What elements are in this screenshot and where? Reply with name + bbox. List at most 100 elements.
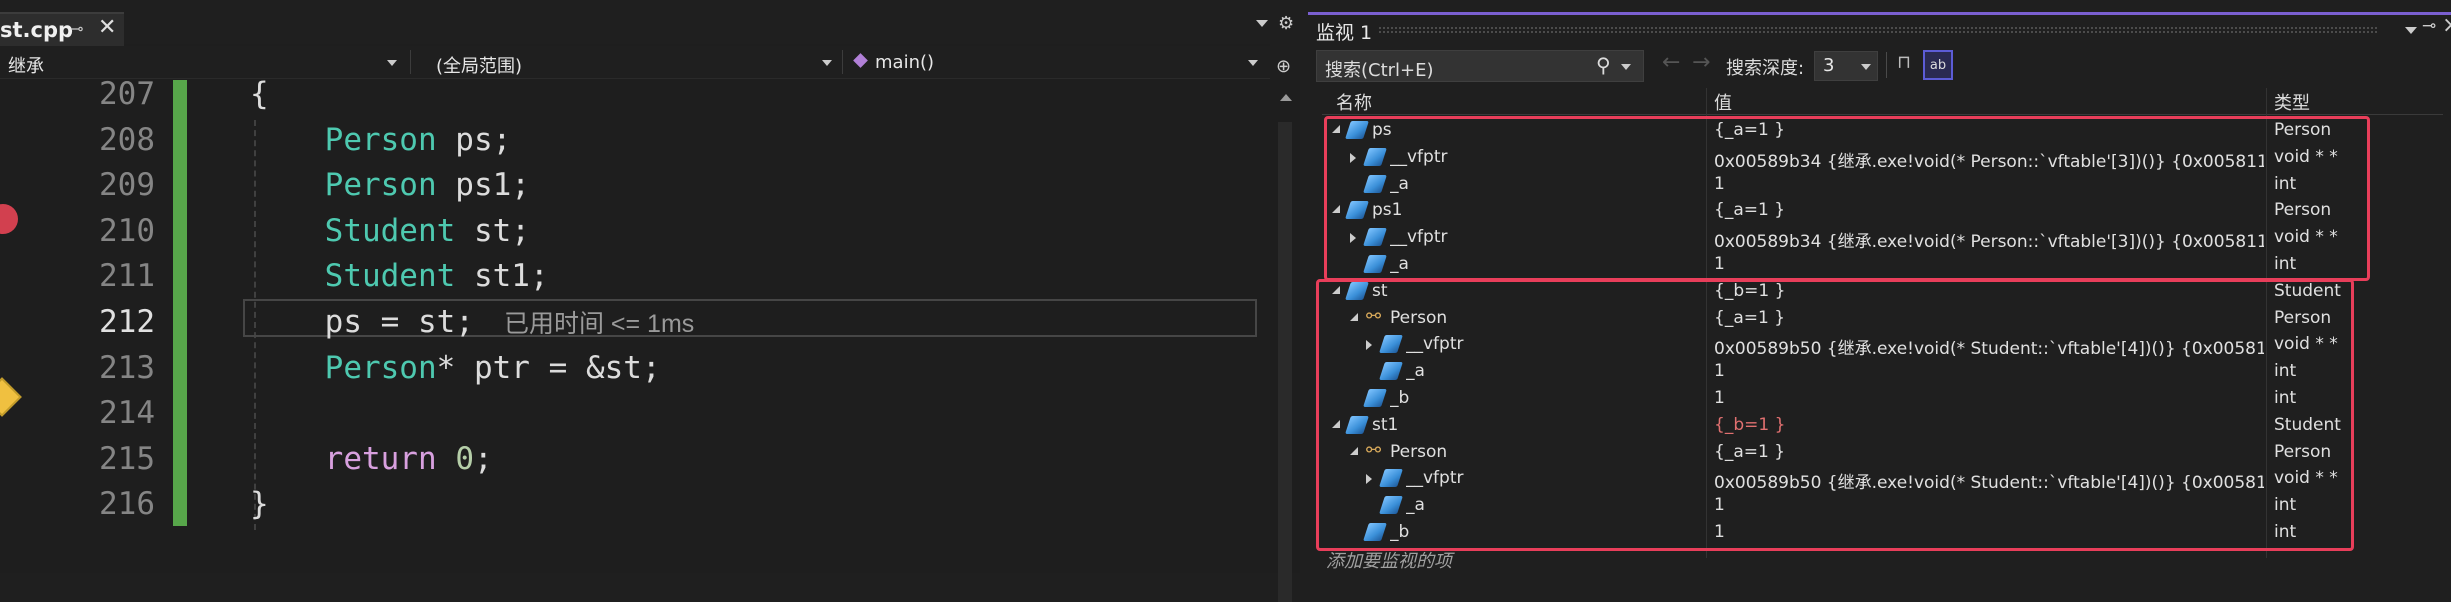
code-line[interactable]: Person* ptr = &st;: [250, 350, 661, 386]
code-token: 0: [455, 440, 474, 477]
line-number: 208: [99, 121, 155, 158]
line-number-gutter: 207 208 209 210 211 212 213 214 215 216: [40, 76, 190, 573]
tab-label: st.cpp: [0, 18, 74, 42]
code-line[interactable]: ps = st; 已用时间 <= 1ms: [250, 304, 695, 340]
code-token: Person: [324, 167, 437, 204]
search-depth-label: 搜索深度:: [1726, 58, 1805, 79]
close-icon[interactable]: ×: [2442, 13, 2451, 38]
current-statement-arrow-icon: [0, 377, 22, 417]
search-next-arrow-icon[interactable]: →: [1692, 50, 1710, 75]
line-number: 211: [99, 258, 155, 295]
watch-grid: 名称 值 类型 ps {_a=1 } Person __vfptr 0x00589b34…: [1316, 88, 2443, 572]
navigation-bar: 继承 (全局范围) main(): [0, 46, 1270, 79]
divider: [842, 50, 843, 74]
chevron-down-icon: [822, 60, 832, 66]
chevron-down-icon: [1861, 64, 1871, 70]
code-token: ;: [473, 440, 493, 477]
code-editor: st.cpp ⊸ ✕ ⚙ 继承 (全局范围) main() 207 208 209 2…: [0, 0, 1294, 573]
line-number: 216: [99, 486, 155, 523]
change-tracking-bar: [173, 80, 187, 526]
code-line[interactable]: }: [250, 486, 269, 522]
scope-dropdown[interactable]: (全局范围): [420, 48, 840, 77]
watch-toolbar: 搜索(Ctrl+E) ⚲ ← → 搜索深度: 3 ⊓ ab: [1308, 48, 2451, 84]
search-icon[interactable]: ⚲: [1596, 53, 1611, 77]
code-token: {: [250, 76, 269, 112]
line-number: 214: [99, 395, 155, 432]
line-number: 209: [99, 167, 155, 204]
code-token: st;: [455, 212, 530, 249]
code-token: ps;: [436, 121, 512, 158]
code-token: st1;: [455, 258, 549, 295]
member-wrap: main(): [853, 52, 935, 73]
code-line[interactable]: Person ps;: [250, 121, 512, 158]
member-label: main(): [875, 52, 935, 73]
line-number: 215: [99, 440, 155, 477]
column-header-value[interactable]: 值: [1714, 89, 1732, 115]
chevron-down-icon[interactable]: [1621, 64, 1631, 70]
pin-icon[interactable]: ⊸: [70, 19, 83, 38]
column-header-type[interactable]: 类型: [2274, 89, 2310, 115]
column-header-name[interactable]: 名称: [1336, 89, 1372, 115]
code-token: Student: [324, 212, 456, 249]
gear-icon[interactable]: ⚙: [1278, 13, 1294, 34]
divider: [1886, 52, 1887, 78]
search-input[interactable]: 搜索(Ctrl+E) ⚲: [1316, 50, 1644, 82]
member-dropdown[interactable]: main(): [846, 48, 1266, 76]
code-line[interactable]: {: [250, 76, 269, 112]
scope-label: (全局范围): [436, 56, 523, 77]
watch-panel: 监视 1 ⊸ × 搜索(Ctrl+E) ⚲ ← → 搜索深度: 3 ⊓ ab 名…: [1308, 0, 2451, 573]
code-token: return: [324, 440, 437, 477]
code-line[interactable]: return 0;: [250, 441, 493, 477]
close-icon[interactable]: ✕: [98, 15, 116, 40]
elapsed-time-hint: 已用时间 <= 1ms: [503, 310, 695, 338]
panel-title: 监视 1: [1316, 22, 1373, 44]
line-number: 213: [99, 349, 155, 386]
code-token: Student: [324, 258, 456, 295]
scroll-up-icon[interactable]: [1280, 94, 1292, 101]
line-number: 210: [99, 212, 155, 249]
editor-vertical-scrollbar[interactable]: ⊕: [1270, 56, 1300, 602]
editor-tab-bar: st.cpp ⊸ ✕ ⚙: [0, 0, 1294, 46]
code-token: }: [250, 486, 269, 523]
panel-focus-line: [1308, 12, 2451, 15]
window-position-dropdown-icon[interactable]: [2405, 27, 2417, 34]
tab-list-dropdown-icon[interactable]: [1256, 20, 1268, 27]
scrollbar-thumb[interactable]: [1278, 122, 1292, 602]
search-depth-dropdown[interactable]: 3: [1814, 51, 1878, 81]
search-depth-value: 3: [1823, 55, 1835, 76]
code-line[interactable]: Student st;: [250, 213, 530, 249]
split-icon[interactable]: ⊕: [1276, 56, 1291, 77]
code-token: ps = st;: [250, 304, 474, 340]
auto-hide-pin-icon[interactable]: ⊸: [2422, 16, 2436, 36]
panel-drag-grip[interactable]: [1378, 26, 2378, 34]
pin-source-icon[interactable]: ⊓: [1897, 52, 1911, 73]
project-label: 继承: [8, 56, 44, 77]
chevron-down-icon: [387, 60, 397, 66]
project-dropdown[interactable]: 继承: [0, 48, 405, 77]
annotation-highlight-box: [1324, 116, 2370, 281]
search-previous-arrow-icon[interactable]: ←: [1662, 50, 1680, 75]
tab-source-file[interactable]: st.cpp ⊸ ✕: [0, 12, 124, 46]
grid-header: 名称 值 类型: [1322, 88, 2443, 115]
code-line[interactable]: Person ps1;: [250, 167, 530, 203]
glyph-margin[interactable]: [0, 80, 40, 573]
hex-display-toggle-icon[interactable]: ab: [1923, 50, 1953, 80]
method-icon: [853, 53, 868, 68]
breakpoint-icon[interactable]: [0, 204, 18, 234]
code-token: ps1;: [436, 167, 530, 204]
code-line[interactable]: Student st1;: [250, 258, 549, 294]
code-token: Person: [324, 349, 437, 386]
annotation-highlight-box: [1316, 278, 2354, 551]
line-number: 207: [99, 76, 155, 112]
divider: [410, 50, 411, 74]
search-placeholder: 搜索(Ctrl+E): [1325, 60, 1434, 81]
code-area[interactable]: { Person ps; Person ps1; Student st; Stu…: [190, 76, 1270, 573]
line-number: 212: [99, 304, 155, 340]
